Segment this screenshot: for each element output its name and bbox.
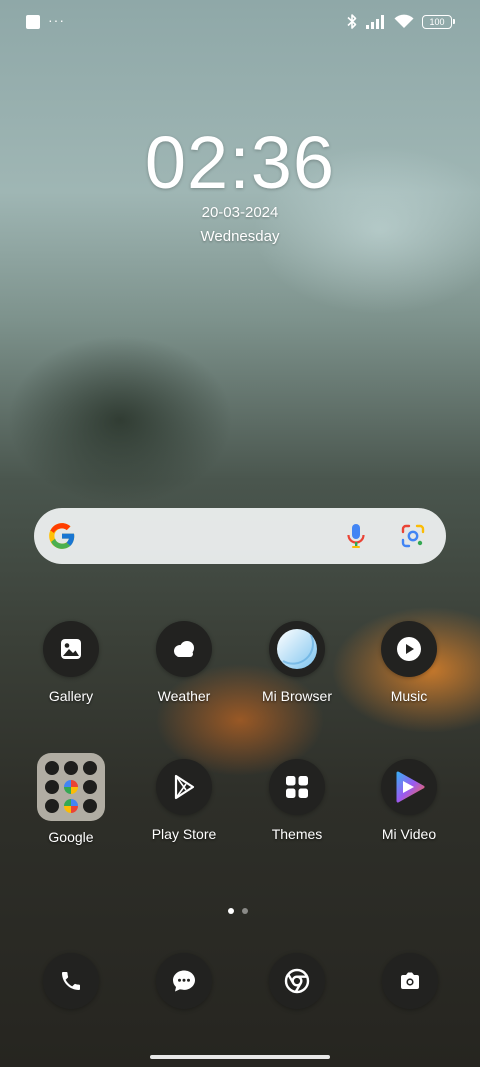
google-search-bar[interactable] [34, 508, 446, 564]
battery-level: 100 [429, 16, 445, 27]
app-label: Mi Browser [261, 688, 332, 704]
app-label: Music [390, 688, 428, 704]
microphone-icon[interactable] [344, 522, 368, 550]
mini-app-icon [83, 761, 97, 775]
clock-time[interactable]: 02:36 [0, 120, 480, 205]
dock-messages[interactable] [156, 953, 212, 1009]
bluetooth-icon [347, 14, 357, 29]
app-label: Themes [271, 826, 323, 842]
page-indicator [228, 908, 248, 914]
battery-icon: 100 [422, 14, 455, 29]
app-mi-browser[interactable]: Mi Browser [247, 621, 347, 704]
themes-grid-icon [269, 759, 325, 815]
app-mi-video[interactable]: Mi Video [359, 759, 459, 842]
clock-date: 20-03-2024 [201, 204, 279, 221]
dock-chrome[interactable] [269, 953, 325, 1009]
music-play-icon [381, 621, 437, 677]
home-gesture-bar[interactable] [150, 1055, 330, 1059]
browser-icon [269, 621, 325, 677]
mini-app-icon [45, 799, 59, 813]
wifi-icon [394, 14, 414, 28]
app-label: Gallery [48, 688, 94, 704]
messages-icon [173, 970, 195, 992]
status-bar: ··· 100 [0, 0, 480, 44]
signal-icon [366, 14, 384, 29]
phone-icon [62, 972, 80, 990]
app-music[interactable]: Music [359, 621, 459, 704]
mini-app-icon [45, 761, 59, 775]
clock-weekday: Wednesday [200, 228, 280, 245]
mini-app-icon [83, 799, 97, 813]
camera-icon [401, 972, 419, 989]
app-weather[interactable]: Weather [134, 621, 234, 704]
app-themes[interactable]: Themes [247, 759, 347, 842]
dock-camera[interactable] [382, 953, 438, 1009]
google-lens-icon[interactable] [400, 523, 426, 549]
folder-icon [37, 753, 105, 821]
app-label: Google [48, 829, 94, 845]
mini-app-icon [45, 780, 59, 794]
chrome-icon [284, 968, 310, 994]
more-dots-icon: ··· [48, 12, 65, 28]
play-store-icon [156, 759, 212, 815]
app-label: Play Store [151, 826, 217, 842]
mini-app-icon [83, 780, 97, 794]
mini-app-icon [64, 780, 78, 794]
mini-app-icon [64, 761, 78, 775]
weather-cloud-icon [156, 621, 212, 677]
mini-app-icon [64, 799, 78, 813]
notification-square-icon [26, 15, 40, 29]
app-play-store[interactable]: Play Store [134, 759, 234, 842]
page-dot [242, 908, 248, 914]
folder-google[interactable]: Google [21, 753, 121, 845]
app-label: Mi Video [381, 826, 437, 842]
app-label: Weather [157, 688, 211, 704]
app-gallery[interactable]: Gallery [21, 621, 121, 704]
google-g-icon [49, 523, 75, 549]
mi-video-icon [381, 759, 437, 815]
gallery-icon [43, 621, 99, 677]
dock-phone[interactable] [43, 953, 99, 1009]
page-dot-active [228, 908, 234, 914]
